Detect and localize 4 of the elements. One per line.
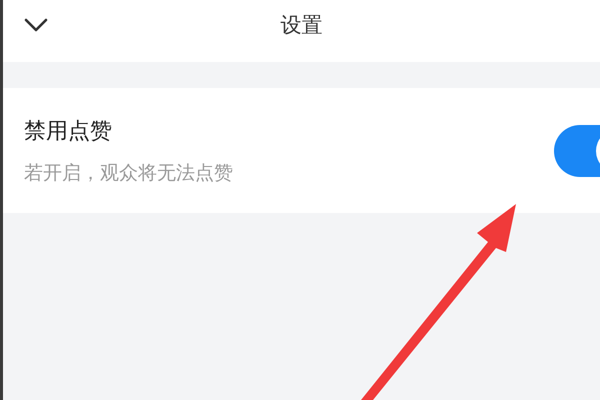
page-title: 设置 [280,12,322,39]
setting-label: 禁用点赞 [24,118,113,146]
chevron-down-icon[interactable] [23,16,49,34]
setting-description: 若开启，观众将无法点赞 [24,160,233,186]
